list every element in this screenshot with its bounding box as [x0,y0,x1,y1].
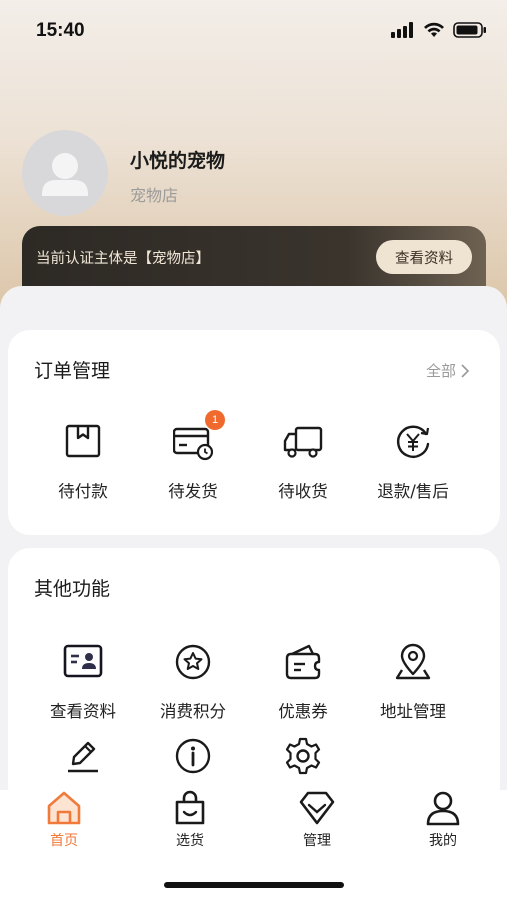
function-item-address[interactable]: 地址管理 [358,642,468,722]
function-item-info[interactable] [138,736,248,776]
auth-text: 当前认证主体是【宠物店】 [36,251,210,267]
order-item-refund[interactable]: 退款/售后 [358,422,468,502]
tab-label: 首页 [50,833,78,849]
id-card-icon [63,644,103,678]
chevron-right-icon [461,363,470,378]
function-item-view-info[interactable]: 查看资料 [28,642,138,722]
function-item-label: 查看资料 [50,702,116,721]
function-item-label: 优惠券 [278,702,328,721]
avatar[interactable] [22,130,108,216]
orders-card: 订单管理 全部 待付款 1 待发货 待收货 退款/售后 [8,330,500,535]
function-item-edit[interactable] [28,736,138,776]
tab-label: 我的 [429,833,457,849]
avatar-placeholder-icon [42,153,88,196]
tab-label: 选货 [176,833,204,849]
function-item-label: 消费积分 [160,702,226,721]
view-info-button[interactable]: 查看资料 [376,240,472,274]
signal-icon [391,22,413,38]
tab-manage[interactable]: 管理 [277,790,357,850]
info-circle-icon [175,738,211,774]
battery-icon [453,22,486,38]
auth-bar: 当前认证主体是【宠物店】 查看资料 [22,226,486,290]
order-item-label: 待收货 [278,482,328,501]
tab-select-goods[interactable]: 选货 [150,790,230,850]
orders-title: 订单管理 [34,360,111,382]
function-item-points[interactable]: 消费积分 [138,642,248,722]
order-item-label: 待发货 [168,482,218,501]
orders-all-label: 全部 [425,362,456,380]
home-indicator [164,882,344,888]
function-item-label: 地址管理 [380,702,446,721]
profile-name: 小悦的宠物 [130,150,226,172]
status-bar: 15:40 [0,0,507,62]
order-item-pending-payment[interactable]: 待付款 [28,422,138,502]
home-icon [47,791,81,825]
truck-icon [283,426,323,458]
coupon-wallet-icon [285,644,321,680]
tab-mine[interactable]: 我的 [403,790,483,850]
card-clock-icon [172,427,214,461]
order-item-label: 待付款 [58,482,108,501]
pending-shipment-badge: 1 [205,410,225,430]
tab-label: 管理 [303,833,331,849]
wallet-box-icon [65,424,101,458]
function-item-settings[interactable] [248,736,358,776]
pen-edit-icon [68,741,98,773]
refund-yen-icon [396,425,430,458]
shopping-bag-icon [175,790,205,825]
order-item-pending-receipt[interactable]: 待收货 [248,422,358,502]
other-functions-card: 其他功能 查看资料 消费积分 优惠券 地址管理 [8,548,500,808]
profile-subtitle: 宠物店 [130,186,179,205]
wifi-icon [424,22,444,37]
function-item-coupons[interactable]: 优惠券 [248,642,358,722]
gear-icon [285,737,321,775]
status-time: 15:40 [36,20,85,41]
star-circle-icon [175,644,211,680]
status-icons [391,22,487,38]
orders-all-link[interactable]: 全部 [426,360,470,381]
order-item-pending-shipment[interactable]: 1 待发货 [138,410,248,502]
other-title: 其他功能 [34,578,111,600]
tab-home[interactable]: 首页 [24,790,104,850]
location-pin-icon [395,643,431,680]
manage-diamond-icon [299,791,335,825]
user-icon [426,791,460,826]
order-item-label: 退款/售后 [377,482,449,501]
